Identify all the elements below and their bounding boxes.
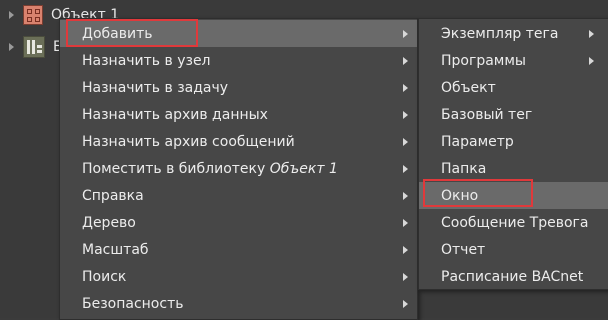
- submenu-item-4[interactable]: Параметр: [419, 128, 608, 155]
- submenu-item-label: Отчет: [441, 241, 486, 258]
- menu-item-5[interactable]: Поместить в библиотеку Объект 1: [60, 155, 417, 182]
- submenu-item-9[interactable]: Расписание BACnet: [419, 263, 608, 290]
- submenu-arrow-icon: [403, 83, 408, 92]
- add-submenu: Экземпляр тега Программы Объект Базовый тег…: [418, 18, 608, 290]
- submenu-item-label: Программы: [441, 52, 526, 69]
- submenu-item-label: Параметр: [441, 133, 514, 150]
- menu-item-3[interactable]: Назначить архив данных: [60, 101, 417, 128]
- menu-item-label: Дерево: [82, 214, 136, 231]
- menu-item-label: Поместить в библиотеку Объект 1: [82, 160, 338, 177]
- submenu-item-label: Расписание BACnet: [441, 268, 584, 285]
- submenu-arrow-icon: [589, 56, 594, 65]
- expand-arrow-icon[interactable]: [9, 11, 14, 19]
- menu-item-7[interactable]: Дерево: [60, 209, 417, 236]
- submenu-item-3[interactable]: Базовый тег: [419, 101, 608, 128]
- menu-item-4[interactable]: Назначить архив сообщений: [60, 128, 417, 155]
- submenu-arrow-icon: [403, 299, 408, 308]
- menu-item-label: Назначить в задачу: [82, 79, 229, 96]
- menu-item-label: Справка: [82, 187, 144, 204]
- menu-item-1[interactable]: Назначить в узел: [60, 47, 417, 74]
- menu-item-2[interactable]: Назначить в задачу: [60, 74, 417, 101]
- submenu-item-label: Базовый тег: [441, 106, 533, 123]
- submenu-item-2[interactable]: Объект: [419, 74, 608, 101]
- submenu-item-5[interactable]: Папка: [419, 155, 608, 182]
- menu-item-label: Назначить в узел: [82, 52, 211, 69]
- submenu-arrow-icon: [403, 245, 408, 254]
- submenu-arrow-icon: [403, 110, 408, 119]
- menu-item-label: Безопасность: [82, 295, 184, 312]
- submenu-item-label: Папка: [441, 160, 487, 177]
- submenu-item-label: Сообщение Тревога: [441, 214, 589, 231]
- library-icon: [23, 36, 45, 58]
- submenu-arrow-icon: [403, 191, 408, 200]
- submenu-item-label: Окно: [441, 187, 479, 204]
- submenu-arrow-icon: [403, 137, 408, 146]
- menu-item-italic-label: Объект 1: [269, 160, 338, 177]
- submenu-arrow-icon: [403, 29, 408, 38]
- submenu-item-label: Экземпляр тега: [441, 25, 559, 42]
- submenu-item-6[interactable]: Окно: [419, 182, 608, 209]
- expand-arrow-icon[interactable]: [9, 43, 14, 51]
- menu-item-label: Добавить: [82, 25, 153, 42]
- menu-item-10[interactable]: Безопасность: [60, 290, 417, 317]
- submenu-arrow-icon: [403, 218, 408, 227]
- submenu-arrow-icon: [403, 164, 408, 173]
- object-icon: [23, 5, 43, 25]
- menu-item-label: Назначить архив данных: [82, 106, 268, 123]
- menu-item-9[interactable]: Поиск: [60, 263, 417, 290]
- submenu-arrow-icon: [403, 56, 408, 65]
- menu-item-8[interactable]: Масштаб: [60, 236, 417, 263]
- menu-item-0[interactable]: Добавить: [60, 20, 417, 47]
- submenu-item-8[interactable]: Отчет: [419, 236, 608, 263]
- submenu-item-label: Объект: [441, 79, 496, 96]
- context-menu: Добавить Назначить в узел Назначить в зада…: [59, 18, 418, 320]
- submenu-item-1[interactable]: Программы: [419, 47, 608, 74]
- menu-item-label: Назначить архив сообщений: [82, 133, 295, 150]
- submenu-item-0[interactable]: Экземпляр тега: [419, 20, 608, 47]
- submenu-arrow-icon: [403, 272, 408, 281]
- submenu-item-7[interactable]: Сообщение Тревога: [419, 209, 608, 236]
- menu-item-label: Поиск: [82, 268, 127, 285]
- menu-item-6[interactable]: Справка: [60, 182, 417, 209]
- submenu-arrow-icon: [589, 29, 594, 38]
- menu-item-label: Масштаб: [82, 241, 149, 258]
